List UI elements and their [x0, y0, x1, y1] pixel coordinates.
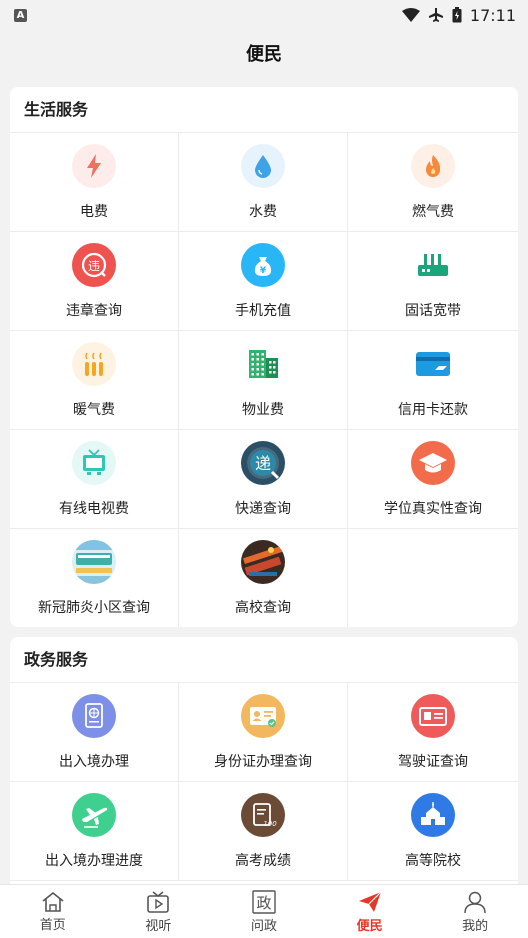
- service-item-building[interactable]: 物业费: [179, 331, 348, 430]
- service-label: 出入境办理: [59, 754, 129, 770]
- government-services-card: 政务服务 出入境办理 身份证办理查询 驾驶证查询出入境办理进度 100 高考成绩 高等院校: [10, 637, 518, 884]
- tab-paper-plane[interactable]: 便民: [317, 885, 423, 938]
- service-label: 高校查询: [235, 600, 291, 616]
- building-icon: [241, 342, 285, 386]
- money-bag-icon: ¥: [241, 243, 285, 287]
- service-label: 出入境办理进度: [45, 853, 143, 869]
- tab-label: 便民: [356, 918, 383, 934]
- service-label: 固话宽带: [405, 303, 461, 319]
- heater-icon: [72, 342, 116, 386]
- tab-person[interactable]: 我的: [422, 885, 528, 938]
- services-scroll[interactable]: 生活服务 电费 水费 燃气费违违章查询 ¥ 手机充值 固话宽带暖气费 物业费 信用卡还款有线电…: [0, 76, 528, 884]
- service-item-community[interactable]: 新冠肺炎小区查询: [10, 529, 179, 627]
- service-item-lightning[interactable]: 电费: [10, 133, 179, 232]
- passport-icon: [72, 694, 116, 738]
- service-label: 信用卡还款: [398, 402, 468, 418]
- service-item-express[interactable]: 递快递查询: [179, 430, 348, 529]
- bottom-tab-bar: 首页 视听政问政 便民 我的: [0, 884, 528, 938]
- empty-cell: [348, 529, 518, 627]
- school-icon: [411, 793, 455, 837]
- notification-a-icon: A: [14, 8, 27, 22]
- express-icon: 递: [241, 441, 285, 485]
- flame-icon: [411, 144, 455, 188]
- service-item-money-bag[interactable]: ¥ 手机充值: [179, 232, 348, 331]
- service-label: 手机充值: [235, 303, 291, 319]
- id-card-icon: [241, 694, 285, 738]
- life-services-card: 生活服务 电费 水费 燃气费违违章查询 ¥ 手机充值 固话宽带暖气费 物业费 信用卡还款有线电…: [10, 87, 518, 627]
- status-time: 17:11: [469, 5, 516, 25]
- service-label: 暖气费: [73, 402, 115, 418]
- airplane-mode-icon: [428, 8, 443, 22]
- service-item-router[interactable]: 固话宽带: [348, 232, 518, 331]
- service-label: 快递查询: [235, 501, 291, 517]
- tv-play-icon: [145, 890, 171, 914]
- service-item-water-drop[interactable]: 水费: [179, 133, 348, 232]
- tab-label: 首页: [39, 917, 66, 933]
- top-bar: 便民: [0, 30, 528, 76]
- politics-icon: 政: [251, 889, 277, 914]
- router-icon: [411, 243, 455, 287]
- status-bar: A 17:11: [0, 0, 528, 30]
- service-label: 违章查询: [66, 303, 122, 319]
- tab-home[interactable]: 首页: [0, 885, 106, 938]
- service-label: 高等院校: [405, 853, 461, 869]
- service-item-airplane[interactable]: 出入境办理进度: [10, 782, 179, 881]
- service-grid: 电费 水费 燃气费违违章查询 ¥ 手机充值 固话宽带暖气费 物业费 信用卡还款有线电视费 递快递…: [10, 133, 518, 627]
- service-label: 驾驶证查询: [398, 754, 468, 770]
- service-grid: 出入境办理 身份证办理查询 驾驶证查询出入境办理进度 100 高考成绩 高等院校: [10, 683, 518, 881]
- service-label: 电费: [80, 204, 108, 220]
- svg-text:政: 政: [256, 894, 271, 912]
- traffic-violation-icon: 违: [72, 243, 116, 287]
- driver-license-icon: [411, 694, 455, 738]
- water-drop-icon: [241, 144, 285, 188]
- airplane-icon: [72, 793, 116, 837]
- tab-politics[interactable]: 政问政: [211, 885, 317, 938]
- service-item-campus-photo[interactable]: 高校查询: [179, 529, 348, 627]
- credit-card-icon: [411, 342, 455, 386]
- campus-photo-icon: [241, 540, 285, 584]
- paper-plane-icon: [357, 890, 383, 914]
- service-item-tv[interactable]: 有线电视费: [10, 430, 179, 529]
- tab-label: 视听: [145, 918, 172, 934]
- service-label: 物业费: [242, 402, 284, 418]
- service-label: 学位真实性查询: [384, 501, 482, 517]
- service-item-score-sheet[interactable]: 100 高考成绩: [179, 782, 348, 881]
- service-item-traffic-violation[interactable]: 违违章查询: [10, 232, 179, 331]
- tv-icon: [72, 441, 116, 485]
- tab-tv-play[interactable]: 视听: [106, 885, 212, 938]
- service-item-flame[interactable]: 燃气费: [348, 133, 518, 232]
- wifi-icon: [401, 8, 420, 22]
- svg-text:100: 100: [263, 820, 277, 828]
- service-item-school[interactable]: 高等院校: [348, 782, 518, 881]
- service-item-graduation-cap[interactable]: 学位真实性查询: [348, 430, 518, 529]
- section-title: 政务服务: [10, 637, 518, 683]
- service-item-credit-card[interactable]: 信用卡还款: [348, 331, 518, 430]
- service-label: 身份证办理查询: [214, 754, 312, 770]
- service-label: 水费: [249, 204, 277, 220]
- service-label: 新冠肺炎小区查询: [38, 600, 150, 616]
- page-title: 便民: [246, 44, 282, 65]
- home-icon: [40, 891, 66, 913]
- service-item-passport[interactable]: 出入境办理: [10, 683, 179, 782]
- svg-text:¥: ¥: [260, 266, 267, 276]
- service-item-driver-license[interactable]: 驾驶证查询: [348, 683, 518, 782]
- service-label: 有线电视费: [59, 501, 129, 517]
- tab-label: 我的: [462, 918, 489, 934]
- lightning-icon: [72, 144, 116, 188]
- tab-label: 问政: [250, 918, 277, 934]
- svg-text:违: 违: [88, 259, 100, 273]
- service-label: 高考成绩: [235, 853, 291, 869]
- service-label: 燃气费: [412, 204, 454, 220]
- score-sheet-icon: 100: [241, 793, 285, 837]
- battery-icon: [452, 7, 462, 23]
- service-item-heater[interactable]: 暖气费: [10, 331, 179, 430]
- service-item-id-card[interactable]: 身份证办理查询: [179, 683, 348, 782]
- section-title: 生活服务: [10, 87, 518, 133]
- person-icon: [462, 890, 488, 914]
- community-icon: [72, 540, 116, 584]
- graduation-cap-icon: [411, 441, 455, 485]
- svg-text:递: 递: [255, 454, 271, 473]
